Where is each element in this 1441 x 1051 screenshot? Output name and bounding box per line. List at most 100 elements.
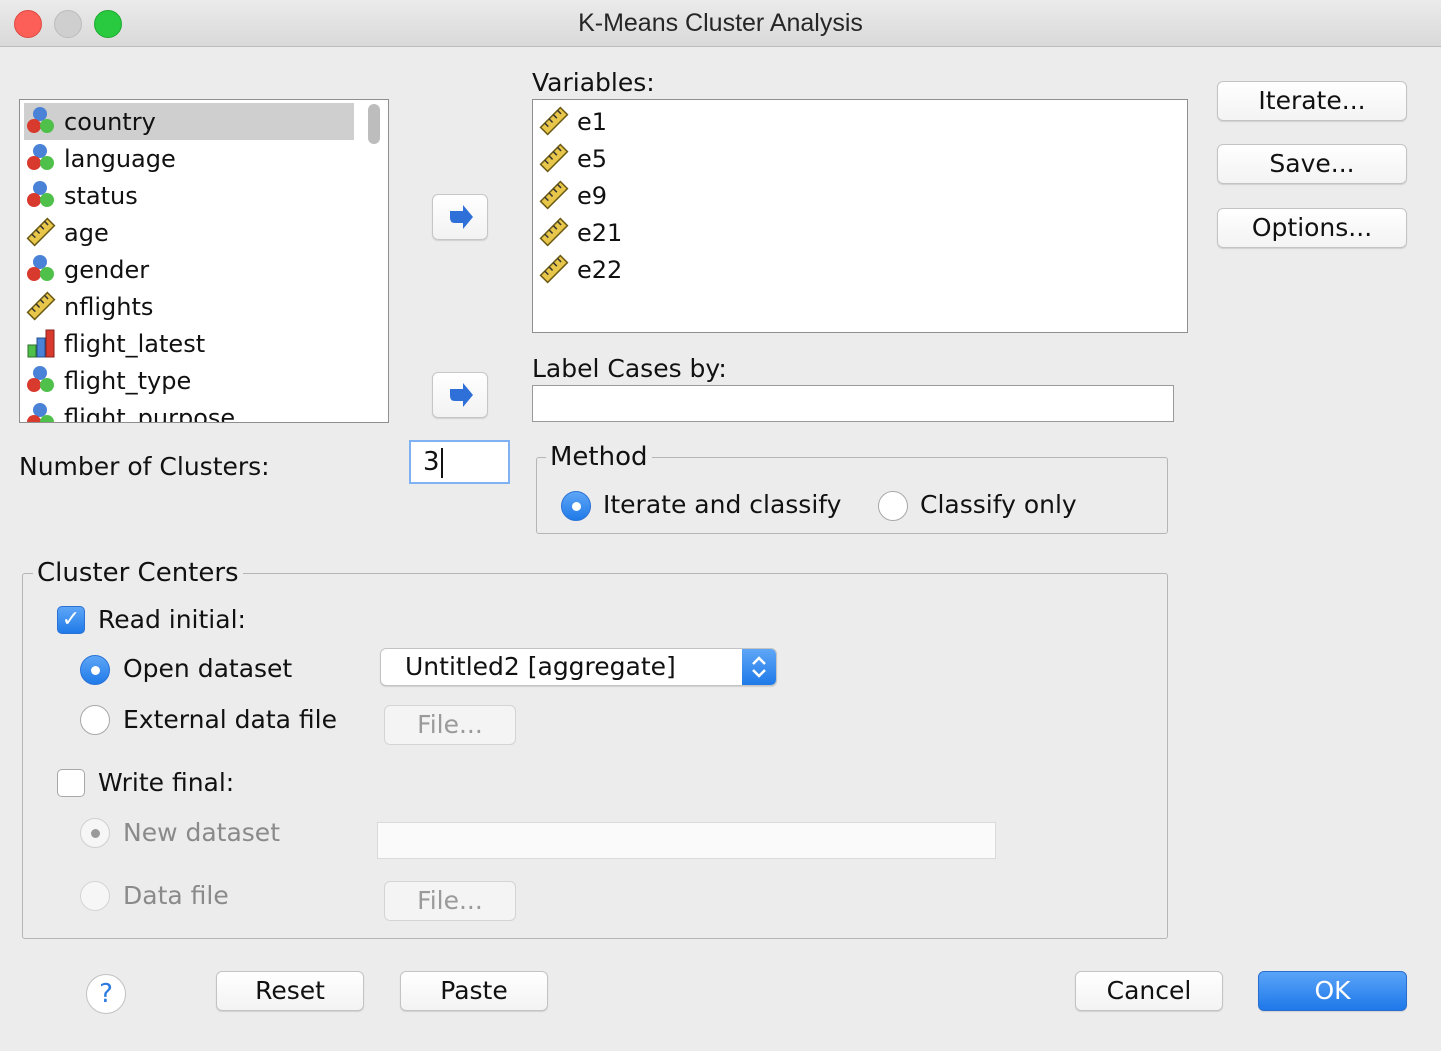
list-item[interactable]: nflights	[24, 288, 153, 325]
label-cases-label: Label Cases by:	[532, 354, 727, 383]
nominal-icon	[24, 103, 64, 140]
scale-ruler-icon	[537, 140, 577, 177]
reset-button[interactable]: Reset	[216, 971, 364, 1011]
external-data-file-label: External data file	[123, 705, 338, 734]
save-button[interactable]: Save...	[1217, 144, 1407, 184]
list-item[interactable]: flight_latest	[24, 325, 205, 362]
list-item-label: status	[64, 181, 138, 210]
save-button-label: Save...	[1269, 149, 1355, 178]
help-button[interactable]: ?	[86, 974, 126, 1014]
data-file-radio[interactable]	[80, 881, 110, 911]
read-initial-label: Read initial:	[98, 605, 246, 634]
title-bar: K-Means Cluster Analysis	[0, 0, 1441, 47]
list-item-label: e9	[577, 181, 608, 210]
options-button-label: Options...	[1251, 213, 1373, 242]
classify-only-label: Classify only	[920, 490, 1077, 519]
paste-button[interactable]: Paste	[400, 971, 548, 1011]
list-item[interactable]: status	[24, 177, 138, 214]
list-item-label: age	[64, 218, 109, 247]
nominal-icon	[24, 251, 64, 288]
list-item-label: language	[64, 144, 176, 173]
move-to-variables-button[interactable]	[432, 194, 488, 240]
write-final-label: Write final:	[98, 768, 235, 797]
variables-list[interactable]: e1 e5 e9 e21 e22	[532, 99, 1188, 333]
ok-button[interactable]: OK	[1258, 971, 1407, 1011]
iterate-button-label: Iterate...	[1258, 86, 1366, 115]
arrow-right-icon	[450, 205, 473, 229]
list-item[interactable]: e9	[537, 177, 607, 214]
list-item-label: e5	[577, 144, 608, 173]
dataset-select[interactable]: Untitled2 [aggregate]	[380, 648, 777, 686]
reset-button-label: Reset	[255, 976, 325, 1005]
source-variable-list[interactable]: country language status age gender nflig…	[19, 99, 389, 423]
checkmark-icon: ✓	[61, 607, 81, 632]
cancel-button-label: Cancel	[1106, 976, 1192, 1005]
scale-ruler-icon	[537, 251, 577, 288]
nominal-icon	[24, 399, 64, 422]
new-dataset-radio[interactable]	[80, 818, 110, 848]
list-item[interactable]: e22	[537, 251, 622, 288]
open-dataset-label: Open dataset	[123, 654, 293, 683]
read-initial-checkbox[interactable]: ✓	[57, 606, 85, 634]
question-mark-icon: ?	[99, 979, 113, 1009]
nominal-icon	[24, 140, 64, 177]
list-item[interactable]: language	[24, 140, 176, 177]
list-item[interactable]: gender	[24, 251, 149, 288]
list-item[interactable]: e1	[537, 103, 607, 140]
chevron-updown-icon	[742, 649, 776, 685]
variables-label: Variables:	[532, 68, 655, 97]
nominal-icon	[24, 362, 64, 399]
classify-only-radio[interactable]	[878, 491, 908, 521]
list-item-label: flight_type	[64, 366, 192, 395]
iterate-and-classify-label: Iterate and classify	[603, 490, 842, 519]
scale-ruler-icon	[537, 103, 577, 140]
list-item-label: e1	[577, 107, 608, 136]
iterate-button[interactable]: Iterate...	[1217, 81, 1407, 121]
open-dataset-radio[interactable]	[80, 655, 110, 685]
external-file-button[interactable]: File...	[384, 705, 516, 745]
list-item-label: nflights	[64, 292, 154, 321]
scale-ruler-icon	[24, 288, 64, 325]
scale-ruler-icon	[537, 177, 577, 214]
write-final-checkbox[interactable]	[57, 769, 85, 797]
options-button[interactable]: Options...	[1217, 208, 1407, 248]
list-item[interactable]: flight_type	[24, 362, 191, 399]
label-cases-field[interactable]	[532, 385, 1174, 422]
external-data-file-radio[interactable]	[80, 705, 110, 735]
list-item-label: flight_purpose	[64, 403, 236, 423]
cluster-centers-legend: Cluster Centers	[33, 558, 243, 588]
list-item-label: flight_latest	[64, 329, 206, 358]
dataset-select-value: Untitled2 [aggregate]	[405, 652, 676, 681]
cancel-button[interactable]: Cancel	[1075, 971, 1223, 1011]
list-item[interactable]: e21	[537, 214, 622, 251]
ok-button-label: OK	[1314, 976, 1351, 1005]
number-of-clusters-value: 3	[423, 447, 440, 477]
data-file-label: Data file	[123, 881, 229, 910]
list-item-label: e22	[577, 255, 623, 284]
move-to-label-cases-button[interactable]	[432, 372, 488, 418]
window-title: K-Means Cluster Analysis	[578, 9, 863, 37]
number-of-clusters-input[interactable]: 3	[409, 440, 510, 484]
nominal-icon	[24, 177, 64, 214]
ordinal-bars-icon	[24, 325, 64, 362]
text-cursor	[440, 447, 443, 478]
list-item-label: gender	[64, 255, 150, 284]
method-legend: Method	[546, 442, 652, 472]
data-file-button-label: File...	[417, 886, 483, 915]
external-file-button-label: File...	[417, 710, 483, 739]
new-dataset-field[interactable]	[377, 822, 996, 859]
list-item[interactable]: country	[24, 103, 354, 140]
arrow-right-icon	[450, 383, 473, 407]
paste-button-label: Paste	[440, 976, 508, 1005]
list-item[interactable]: flight_purpose	[24, 399, 236, 423]
data-file-button[interactable]: File...	[384, 881, 516, 921]
list-item[interactable]: e5	[537, 140, 607, 177]
list-item-label: e21	[577, 218, 623, 247]
list-scrollbar[interactable]	[368, 104, 380, 144]
iterate-and-classify-radio[interactable]	[561, 491, 591, 521]
scale-ruler-icon	[537, 214, 577, 251]
new-dataset-label: New dataset	[123, 818, 280, 847]
scale-ruler-icon	[24, 214, 64, 251]
list-item-label: country	[64, 107, 156, 136]
list-item[interactable]: age	[24, 214, 109, 251]
